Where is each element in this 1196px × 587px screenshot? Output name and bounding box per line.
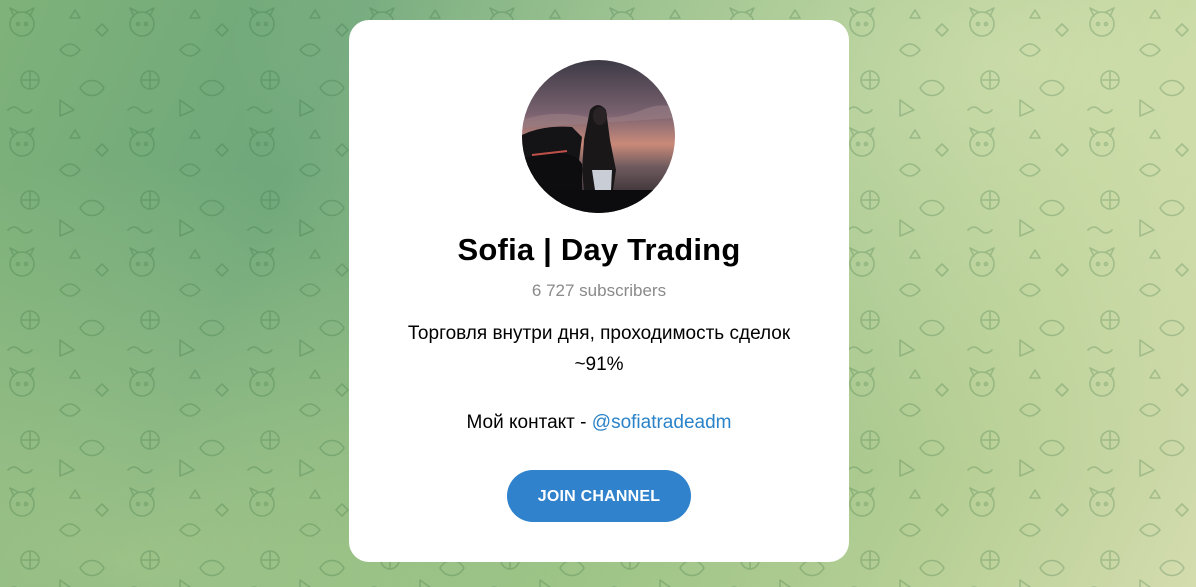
- subscriber-count: 6 727 subscribers: [531, 281, 667, 300]
- contact-handle-link[interactable]: @sofiatradeadm: [592, 412, 732, 433]
- avatar-photo-icon: [522, 60, 675, 213]
- channel-avatar: [522, 60, 675, 213]
- channel-description: Торговля внутри дня, проходимость сделок…: [379, 318, 819, 380]
- contact-line: Мой контакт - @sofiatradeadm: [349, 412, 849, 434]
- description-line: Торговля внутри дня, проходимость сделок: [407, 323, 791, 344]
- contact-prefix: Мой контакт -: [466, 412, 592, 433]
- join-channel-button[interactable]: JOIN CHANNEL: [507, 470, 691, 522]
- channel-title: Sofia | Day Trading: [457, 232, 741, 267]
- description-line: ~91%: [574, 354, 624, 375]
- channel-card: Sofia | Day Trading 6 727 subscribers То…: [349, 20, 849, 562]
